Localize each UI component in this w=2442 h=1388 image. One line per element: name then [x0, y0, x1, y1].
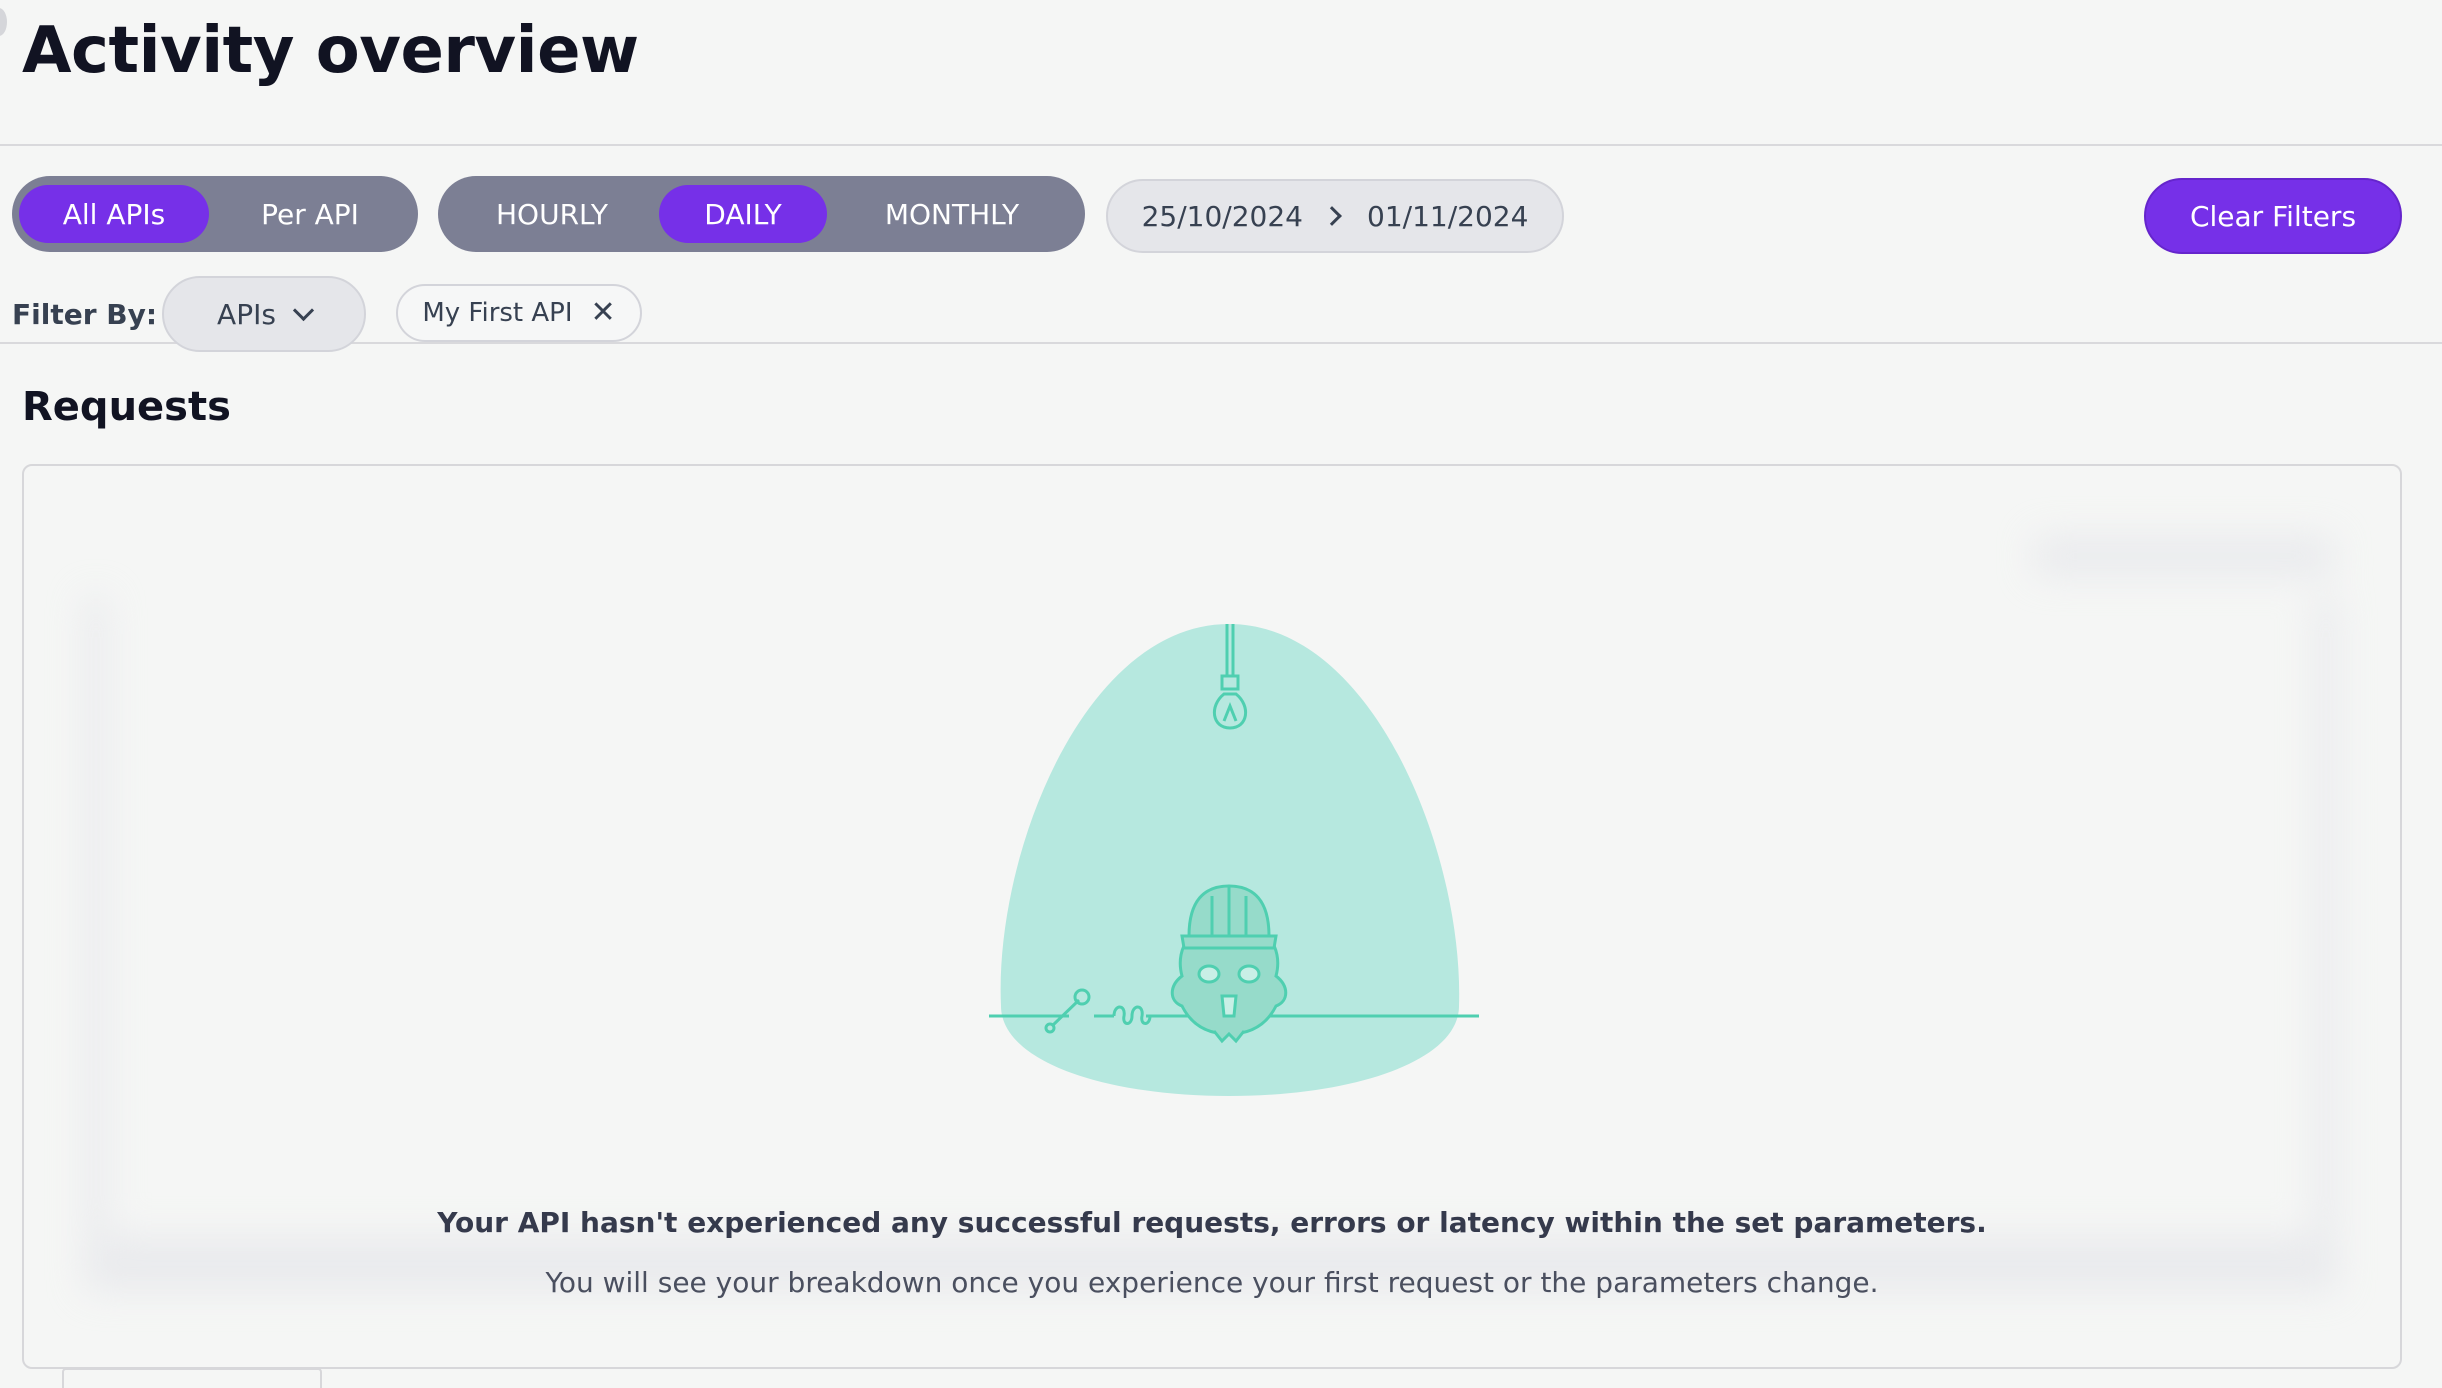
empty-state-illustration: [989, 624, 1479, 1096]
per-api-button[interactable]: Per API: [209, 185, 411, 243]
chevron-down-icon: [292, 299, 315, 321]
date-range-start: 25/10/2024: [1141, 199, 1303, 233]
requests-section-title: Requests: [22, 384, 231, 430]
apis-filter-dropdown[interactable]: APIs: [162, 276, 366, 352]
close-icon[interactable]: ✕: [591, 298, 616, 328]
all-apis-button[interactable]: All APIs: [19, 185, 209, 243]
clear-filters-button[interactable]: Clear Filters: [2144, 178, 2402, 254]
filter-toolbar: All APIs Per API HOURLY DAILY MONTHLY 25…: [0, 146, 2442, 352]
page-title: Activity overview: [22, 14, 639, 88]
bottom-tab[interactable]: [62, 1368, 322, 1388]
hourly-button[interactable]: HOURLY: [445, 185, 659, 243]
filter-chip-label: My First API: [422, 298, 573, 328]
monthly-button[interactable]: MONTHLY: [827, 185, 1077, 243]
activity-overview-page: Activity overview All APIs Per API HOURL…: [0, 0, 2442, 1388]
date-range-end: 01/11/2024: [1367, 199, 1529, 233]
apis-filter-label: APIs: [217, 297, 276, 331]
page-header: Activity overview: [0, 0, 2442, 146]
filter-by-label: Filter By:: [12, 298, 158, 331]
api-scope-toggle: All APIs Per API: [12, 176, 418, 252]
filter-chip: My First API ✕: [396, 284, 642, 342]
requests-card: Your API hasn't experienced any successf…: [22, 464, 2402, 1369]
empty-state-description: You will see your breakdown once you exp…: [545, 1266, 1879, 1299]
daily-button[interactable]: DAILY: [659, 185, 827, 243]
date-range-picker[interactable]: 25/10/2024 01/11/2024: [1106, 179, 1564, 253]
empty-state-title: Your API hasn't experienced any successf…: [437, 1206, 1987, 1239]
chevron-right-icon: [1322, 206, 1342, 226]
granularity-toggle: HOURLY DAILY MONTHLY: [438, 176, 1085, 252]
edge-handle[interactable]: [0, 8, 7, 36]
